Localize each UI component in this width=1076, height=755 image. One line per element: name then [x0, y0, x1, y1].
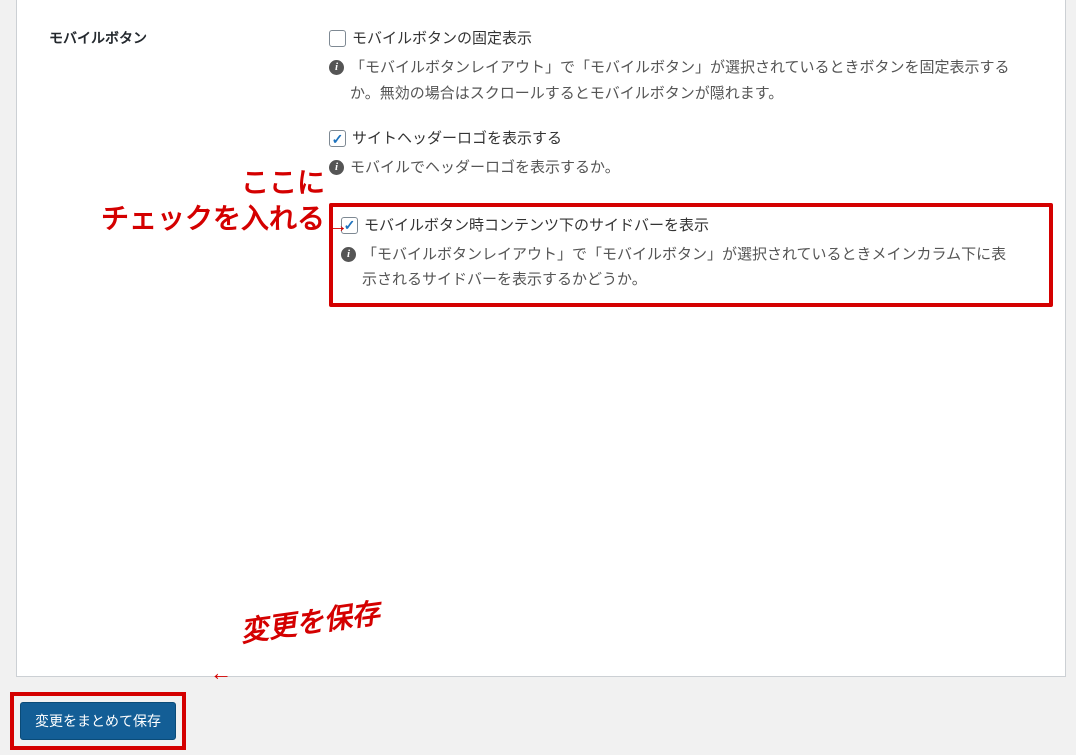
settings-panel: モバイルボタン モバイルボタンの固定表示 i 「モバイルボタンレイアウト」で「モ…: [16, 0, 1066, 677]
option-desc: 「モバイルボタンレイアウト」で「モバイルボタン」が選択されているときメインカラム…: [362, 242, 1041, 293]
option-desc: モバイルでヘッダーロゴを表示するか。: [350, 155, 1055, 181]
save-highlight: 変更をまとめて保存: [10, 692, 186, 750]
highlight-box: モバイルボタン時コンテンツ下のサイドバーを表示 i 「モバイルボタンレイアウト」…: [329, 203, 1053, 307]
option-label: モバイルボタンの固定表示: [352, 28, 532, 49]
info-icon: i: [329, 160, 344, 175]
option-label: モバイルボタン時コンテンツ下のサイドバーを表示: [364, 215, 709, 236]
section-title: モバイルボタン: [29, 0, 319, 327]
settings-table: モバイルボタン モバイルボタンの固定表示 i 「モバイルボタンレイアウト」で「モ…: [29, 0, 1065, 327]
checkbox-header-logo[interactable]: [329, 130, 346, 147]
checkbox-fixed-display[interactable]: [329, 30, 346, 47]
option-header-logo: サイトヘッダーロゴを表示する i モバイルでヘッダーロゴを表示するか。: [329, 128, 1055, 181]
option-fixed-display: モバイルボタンの固定表示 i 「モバイルボタンレイアウト」で「モバイルボタン」が…: [329, 28, 1055, 106]
section-options: モバイルボタンの固定表示 i 「モバイルボタンレイアウト」で「モバイルボタン」が…: [319, 0, 1065, 327]
info-icon: i: [329, 60, 344, 75]
save-button[interactable]: 変更をまとめて保存: [20, 702, 176, 740]
option-desc: 「モバイルボタンレイアウト」で「モバイルボタン」が選択されているときボタンを固定…: [350, 55, 1055, 106]
info-icon: i: [341, 247, 356, 262]
option-sidebar: モバイルボタン時コンテンツ下のサイドバーを表示 i 「モバイルボタンレイアウト」…: [341, 215, 1041, 293]
checkbox-sidebar[interactable]: [341, 217, 358, 234]
option-label: サイトヘッダーロゴを表示する: [352, 128, 562, 149]
